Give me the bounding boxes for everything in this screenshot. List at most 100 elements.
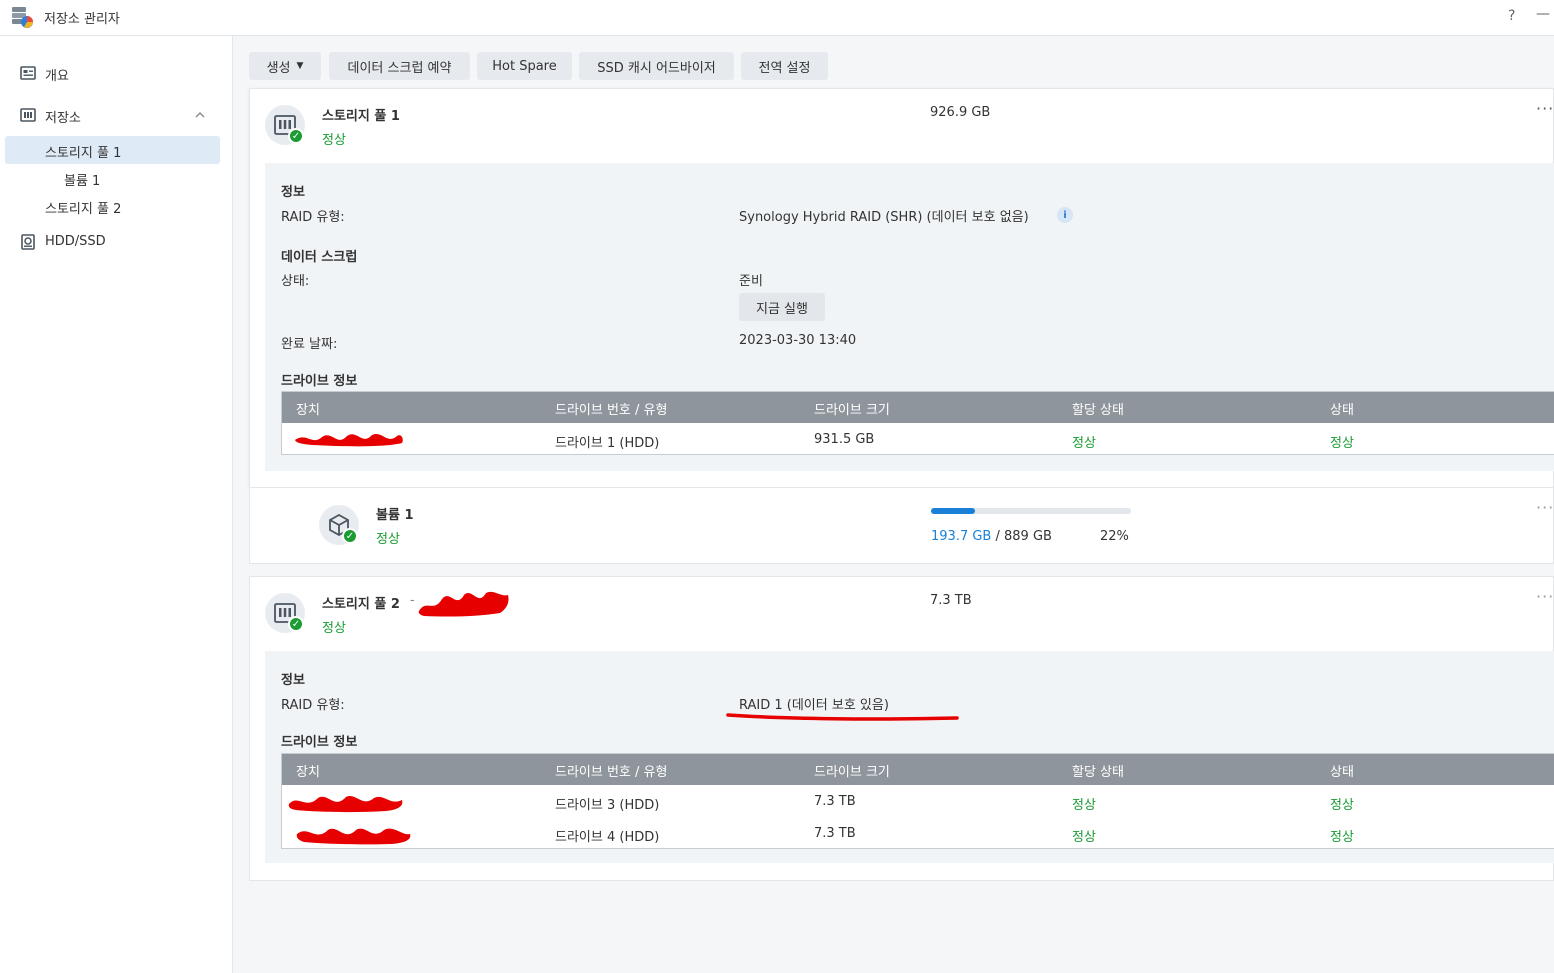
sidebar-item-label: 저장소 xyxy=(45,111,81,126)
column-header-allocation-status: 할당 상태 xyxy=(1072,403,1124,418)
pool-status: 정상 xyxy=(322,133,346,148)
status-ok-check-icon: ✓ xyxy=(288,128,304,144)
volume-name: 볼륨 1 xyxy=(376,508,414,523)
drive-table: 장치 드라이브 번호 / 유형 드라이브 크기 할당 상태 상태 드라이브 1 … xyxy=(281,391,1554,455)
run-now-button[interactable]: 지금 실행 xyxy=(739,293,825,321)
info-section-title: 정보 xyxy=(281,185,305,200)
volume-status: 정상 xyxy=(376,532,400,547)
column-header-device: 장치 xyxy=(296,403,320,418)
volume-icon: ✓ xyxy=(319,505,359,545)
raid-type-label: RAID 유형: xyxy=(281,698,345,713)
column-header-status: 상태 xyxy=(1330,765,1354,780)
pool-size: 926.9 GB xyxy=(930,105,991,120)
completed-date-label: 완료 날짜: xyxy=(281,337,338,352)
info-section-title: 정보 xyxy=(281,673,305,688)
column-header-allocation-status: 할당 상태 xyxy=(1072,765,1124,780)
drive-info-section-title: 드라이브 정보 xyxy=(281,374,358,389)
allocation-status: 정상 xyxy=(1072,436,1096,451)
sidebar-item-label: HDD/SSD xyxy=(45,234,106,249)
drive-info-section-title: 드라이브 정보 xyxy=(281,735,358,750)
volume-usage-percent: 22% xyxy=(1100,529,1129,544)
sidebar-item-storage-pool-1[interactable]: 스토리지 풀 1 xyxy=(0,136,233,164)
sidebar-item-hdd-ssd[interactable]: HDD/SSD xyxy=(0,228,233,256)
ssd-cache-advisor-button[interactable]: SSD 캐시 어드바이저 xyxy=(579,52,734,80)
redaction-scribble xyxy=(288,796,403,813)
chevron-up-icon[interactable] xyxy=(194,109,206,121)
sidebar-item-label: 스토리지 풀 2 xyxy=(45,202,122,217)
volume-usage-bar xyxy=(931,508,1131,514)
raid-type-value: Synology Hybrid RAID (SHR) (데이터 보호 없음) xyxy=(739,210,1029,225)
volume-1-card[interactable]: ✓ 볼륨 1 정상 193.7 GB / 889 GB 22% ··· xyxy=(249,488,1554,564)
drive-table-header: 장치 드라이브 번호 / 유형 드라이브 크기 할당 상태 상태 xyxy=(282,754,1554,785)
column-header-drive-size: 드라이브 크기 xyxy=(814,765,890,780)
allocation-status: 정상 xyxy=(1072,830,1096,845)
window-title: 저장소 관리자 xyxy=(44,12,120,27)
column-header-status: 상태 xyxy=(1330,403,1354,418)
column-header-drive-size: 드라이브 크기 xyxy=(814,403,890,418)
column-header-number-type: 드라이브 번호 / 유형 xyxy=(555,403,668,418)
pool-name-suffix: - xyxy=(410,593,415,608)
drive-number-type: 드라이브 4 (HDD) xyxy=(555,830,660,845)
sidebar-item-label: 스토리지 풀 1 xyxy=(45,146,122,161)
storage-pool-icon: ✓ xyxy=(265,593,305,633)
raid-type-label: RAID 유형: xyxy=(281,210,345,225)
sidebar-item-volume-1[interactable]: 볼륨 1 xyxy=(0,164,233,192)
hdd-icon xyxy=(21,234,35,250)
scrub-schedule-button[interactable]: 데이터 스크럽 예약 xyxy=(329,52,470,80)
drive-size: 7.3 TB xyxy=(814,794,856,809)
pool-info-panel: 정보 RAID 유형: Synology Hybrid RAID (SHR) (… xyxy=(265,163,1554,471)
title-bar: 저장소 관리자 ? — xyxy=(0,0,1554,36)
allocation-status: 정상 xyxy=(1072,798,1096,813)
minimize-button[interactable]: — xyxy=(1536,6,1550,22)
completed-date-value: 2023-03-30 13:40 xyxy=(739,333,857,348)
sidebar-item-overview[interactable]: 개요 xyxy=(0,59,233,87)
status-ok-check-icon: ✓ xyxy=(342,528,358,544)
sidebar-item-label: 볼륨 1 xyxy=(64,174,101,189)
scrub-state-label: 상태: xyxy=(281,274,310,289)
drive-number-type: 드라이브 3 (HDD) xyxy=(555,798,660,813)
overview-icon xyxy=(20,66,36,80)
redaction-scribble xyxy=(418,591,509,617)
more-options-icon[interactable]: ··· xyxy=(1536,99,1554,118)
storage-pool-2-card[interactable]: ✓ 스토리지 풀 2 - 정상 7.3 TB ··· 정보 RAID 유형: R… xyxy=(249,576,1554,881)
drive-size: 931.5 GB xyxy=(814,432,875,447)
sidebar-item-storage-pool-2[interactable]: 스토리지 풀 2 xyxy=(0,192,233,220)
create-button[interactable]: 생성 ▼ xyxy=(249,52,321,80)
drive-status: 정상 xyxy=(1330,798,1354,813)
drive-table: 장치 드라이브 번호 / 유형 드라이브 크기 할당 상태 상태 드라이브 3 … xyxy=(281,753,1554,849)
more-options-icon[interactable]: ··· xyxy=(1536,498,1554,517)
sidebar-item-storage[interactable]: 저장소 xyxy=(0,101,233,129)
scrub-state-value: 준비 xyxy=(739,274,763,289)
help-button[interactable]: ? xyxy=(1508,8,1515,24)
redaction-scribble xyxy=(296,828,411,845)
storage-pool-icon: ✓ xyxy=(265,105,305,145)
drive-table-header: 장치 드라이브 번호 / 유형 드라이브 크기 할당 상태 상태 xyxy=(282,392,1554,423)
create-button-label: 생성 xyxy=(266,60,291,76)
status-ok-check-icon: ✓ xyxy=(288,616,304,632)
volume-sep: / xyxy=(995,529,1000,544)
volume-usage-text: 193.7 GB / 889 GB xyxy=(931,529,1052,544)
drive-status: 정상 xyxy=(1330,436,1354,451)
pool-name: 스토리지 풀 2 xyxy=(322,597,400,612)
storage-pool-1-card[interactable]: ✓ 스토리지 풀 1 정상 926.9 GB ··· 정보 RAID 유형: S… xyxy=(249,88,1554,488)
drive-number-type: 드라이브 1 (HDD) xyxy=(555,436,660,451)
volume-usage-fill xyxy=(931,508,975,514)
data-scrub-section-title: 데이터 스크럽 xyxy=(281,250,358,265)
volume-used: 193.7 GB xyxy=(931,529,992,544)
info-icon[interactable]: i xyxy=(1057,207,1073,223)
column-header-device: 장치 xyxy=(296,765,320,780)
storage-manager-app-icon xyxy=(12,7,33,28)
sidebar: 개요 저장소 스토리지 풀 1 볼륨 1 스토리지 풀 2 HDD/SSD xyxy=(0,36,233,973)
pool-name: 스토리지 풀 1 xyxy=(322,109,400,124)
pool-info-panel: 정보 RAID 유형: RAID 1 (데이터 보호 있음) 드라이브 정보 장… xyxy=(265,651,1554,863)
volume-total: 889 GB xyxy=(1004,529,1052,544)
pool-status: 정상 xyxy=(322,621,346,636)
more-options-icon[interactable]: ··· xyxy=(1536,587,1554,606)
caret-down-icon: ▼ xyxy=(296,61,304,71)
drive-size: 7.3 TB xyxy=(814,826,856,841)
main-content: 생성 ▼ 데이터 스크럽 예약 Hot Spare SSD 캐시 어드바이저 전역… xyxy=(233,36,1554,973)
drive-status: 정상 xyxy=(1330,830,1354,845)
global-settings-button[interactable]: 전역 설정 xyxy=(741,52,828,80)
column-header-number-type: 드라이브 번호 / 유형 xyxy=(555,765,668,780)
hot-spare-button[interactable]: Hot Spare xyxy=(477,52,572,80)
